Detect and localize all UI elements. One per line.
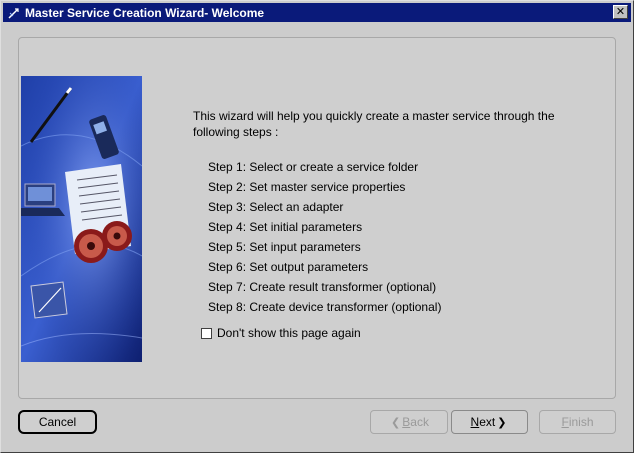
back-button[interactable]: ❮ Back [370,410,448,434]
close-button[interactable]: ✕ [613,5,628,19]
finish-button-label: inish [568,415,594,429]
chevron-right-icon: ❯ [497,416,507,429]
steps-list: Step 1: Select or create a service folde… [208,157,441,317]
title-bar[interactable]: Master Service Creation Wizard- Welcome … [3,3,631,22]
step-item: Step 2: Set master service properties [208,180,406,194]
step-item: Step 1: Select or create a service folde… [208,160,419,174]
cancel-button[interactable]: Cancel [18,410,97,434]
back-mnemonic: B [402,415,411,429]
wizard-window: Master Service Creation Wizard- Welcome … [0,0,634,453]
next-button-label: ext [479,415,496,429]
next-mnemonic: N [470,415,480,429]
step-item: Step 3: Select an adapter [208,200,344,214]
wizard-content-panel: This wizard will help you quickly create… [18,37,616,399]
window-title: Master Service Creation Wizard- Welcome [25,5,265,20]
intro-text: This wizard will help you quickly create… [193,109,555,139]
wizard-artwork [20,76,143,362]
step-item: Step 5: Set input parameters [208,240,361,254]
finish-mnemonic: F [561,415,569,429]
app-icon [7,6,21,20]
step-item: Step 7: Create result transformer (optio… [208,280,437,294]
cancel-button-label: Cancel [38,415,77,429]
dont-show-again-option[interactable]: Don't show this page again [201,326,361,340]
next-button[interactable]: Next ❯ [451,410,528,434]
close-icon: ✕ [615,5,626,18]
finish-button[interactable]: Finish [539,410,616,434]
dont-show-again-label: Don't show this page again [217,326,361,340]
step-item: Step 4: Set initial parameters [208,220,363,234]
step-item: Step 6: Set output parameters [208,260,369,274]
chevron-left-icon: ❮ [391,416,401,429]
back-button-label: ack [410,415,429,429]
step-item: Step 8: Create device transformer (optio… [208,300,442,314]
dont-show-again-checkbox[interactable] [201,327,212,339]
